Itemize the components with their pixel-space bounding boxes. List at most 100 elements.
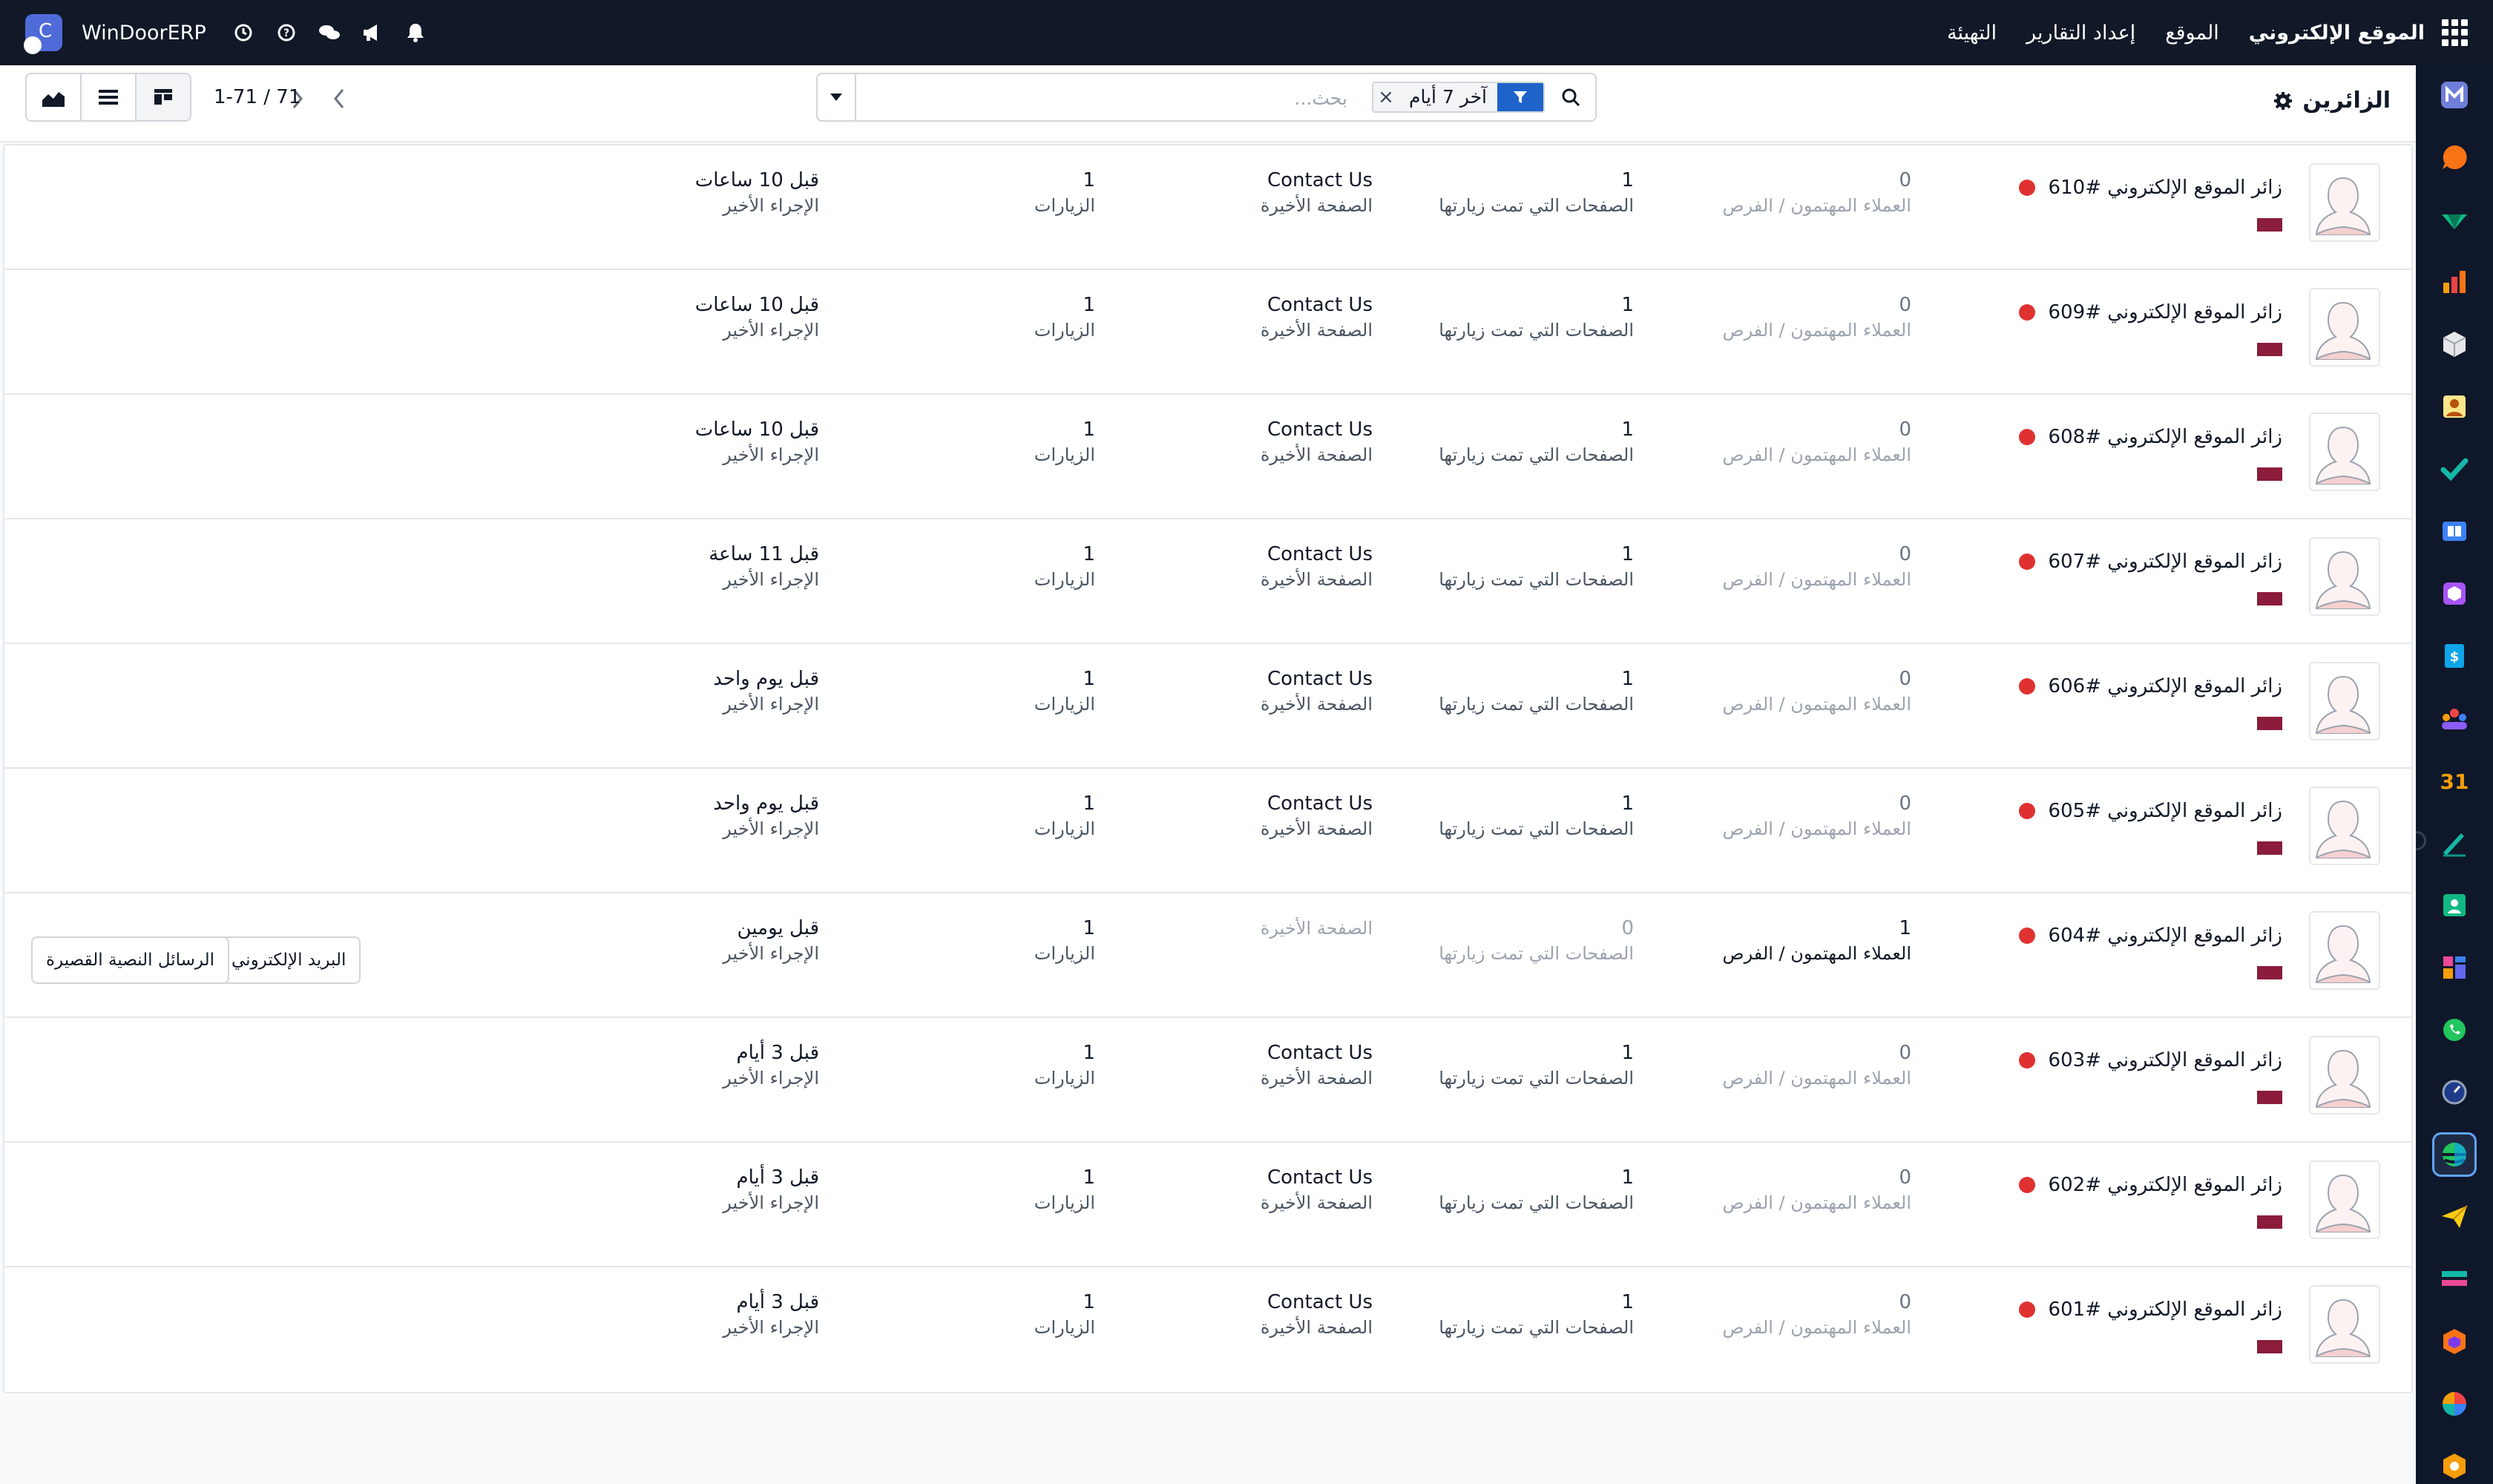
last-page-value: Contact Us <box>1267 543 1373 565</box>
last-page-field: Contact Us الصفحة الأخيرة <box>1261 542 1373 592</box>
dashboards-app-icon[interactable] <box>2432 945 2477 990</box>
status-dot <box>2018 678 2035 695</box>
gear-icon[interactable] <box>2274 91 2293 110</box>
pages-visited-label: الصفحات التي تمت زيارتها <box>1439 320 1634 341</box>
kanban-view-button[interactable] <box>135 73 191 122</box>
visitor-name-wrap: زائر الموقع الإلكتروني #602 <box>2018 1174 2282 1196</box>
menu-website-brand[interactable]: الموقع الإلكتروني <box>2249 22 2425 45</box>
visits-field: 1 الزيارات <box>1034 666 1095 717</box>
pager-previous-button[interactable] <box>316 76 362 122</box>
company-name[interactable]: WinDoorERP <box>82 22 206 45</box>
page-title: الزائرين <box>2274 88 2391 114</box>
last-action-field: قبل 3 أيام الإجراء الأخير <box>723 1165 819 1215</box>
visitor-card[interactable]: زائر الموقع الإلكتروني #602 قبل 3 أيام ا… <box>3 1141 2413 1269</box>
apps-menu-icon[interactable] <box>2441 19 2468 46</box>
last-action-label: الإجراء الأخير <box>723 943 819 964</box>
employees-app-icon[interactable] <box>2432 696 2477 741</box>
discuss-app-icon[interactable] <box>2432 135 2477 180</box>
visits-field: 1 الزيارات <box>1034 168 1095 218</box>
last-action-label: الإجراء الأخير <box>723 1192 819 1213</box>
list-view-button[interactable] <box>80 73 137 122</box>
visitor-card[interactable]: زائر الموقع الإلكتروني #609 قبل 10 ساعات… <box>3 269 2413 396</box>
visitor-name: زائر الموقع الإلكتروني #606 <box>2048 675 2282 697</box>
pie-app-icon[interactable] <box>2432 1382 2477 1426</box>
visits-label: الزيارات <box>1034 569 1095 590</box>
visits-label: الزيارات <box>1034 818 1095 839</box>
status-dot <box>2018 180 2035 196</box>
product-app-icon[interactable] <box>2432 322 2477 367</box>
visitor-name: زائر الموقع الإلكتروني #602 <box>2048 1174 2282 1196</box>
last-page-field: Contact Us الصفحة الأخيرة <box>1261 1290 1373 1340</box>
country-flag-icon <box>2257 343 2282 356</box>
odoo-cube-app-icon[interactable] <box>2432 1319 2477 1364</box>
last-action-field: قبل 3 أيام الإجراء الأخير <box>723 1040 819 1091</box>
pages-visited-value: 1 <box>1621 1166 1634 1189</box>
visitor-card[interactable]: زائر الموقع الإلكتروني #603 قبل 3 أيام ا… <box>3 1017 2413 1144</box>
company-logo[interactable]: C <box>24 14 62 54</box>
search-bar: آخر 7 أيام × <box>816 73 1597 122</box>
search-options-toggle[interactable] <box>818 74 856 120</box>
visits-value: 1 <box>1083 917 1095 939</box>
menu-reporting[interactable]: إعداد التقارير <box>2026 22 2135 45</box>
visitor-card[interactable]: زائر الموقع الإلكتروني #610 قبل 10 ساعات… <box>3 144 2413 272</box>
user-placeholder-icon <box>2310 1287 2379 1362</box>
search-input[interactable] <box>902 83 1347 113</box>
pages-visited-label: الصفحات التي تمت زيارتها <box>1439 569 1634 590</box>
search-icon[interactable] <box>1546 74 1595 120</box>
visitor-card[interactable]: زائر الموقع الإلكتروني #606 قبل يوم واحد… <box>3 643 2413 770</box>
hexagon-app-icon[interactable] <box>2432 1444 2477 1484</box>
country-flag-icon <box>2257 467 2282 481</box>
timer-app-icon[interactable] <box>2432 1070 2477 1114</box>
last-page-value: Contact Us <box>1267 1042 1373 1064</box>
pages-visited-value: 1 <box>1621 543 1634 565</box>
email-marketing-app-icon[interactable] <box>2432 1195 2477 1239</box>
graph-view-button[interactable] <box>25 73 82 122</box>
avatar <box>2309 787 2380 865</box>
contacts-card-app-icon[interactable] <box>2432 883 2477 928</box>
visitor-card[interactable]: زائر الموقع الإلكتروني #608 قبل 10 ساعات… <box>3 393 2413 521</box>
whatsapp-app-icon[interactable] <box>2432 1008 2477 1052</box>
last-action-field: قبل يوم واحد الإجراء الأخير <box>713 791 819 841</box>
last-action-label: الإجراء الأخير <box>723 320 819 341</box>
visits-value: 1 <box>1083 543 1095 565</box>
visitor-card[interactable]: زائر الموقع الإلكتروني #607 قبل 11 ساعة … <box>3 518 2413 646</box>
inventory-app-icon[interactable] <box>2432 197 2477 242</box>
help-icon[interactable]: ? <box>275 21 298 45</box>
knowledge-app-icon[interactable] <box>2432 509 2477 554</box>
reporting-app-icon[interactable] <box>2432 260 2477 304</box>
user-placeholder-icon <box>2310 1037 2379 1113</box>
visitor-card[interactable]: زائر الموقع الإلكتروني #601 قبل 3 أيام ا… <box>3 1266 2413 1393</box>
pager-value[interactable]: 1-71 / 71 <box>214 86 300 108</box>
send-email-button[interactable]: البريد الإلكتروني <box>217 936 361 984</box>
leads-field: 0 العملاء المهتمون / الفرص <box>1723 542 1911 592</box>
visits-field: 1 الزيارات <box>1034 417 1095 467</box>
visitor-card[interactable]: زائر الموقع الإلكتروني #605 قبل يوم واحد… <box>3 767 2413 895</box>
visits-label: الزيارات <box>1034 1068 1095 1089</box>
pages-visited-value: 1 <box>1621 668 1634 690</box>
mail-app-icon[interactable] <box>2432 73 2477 117</box>
last-action-label: الإجراء الأخير <box>723 444 819 465</box>
megaphone-icon[interactable] <box>361 21 384 45</box>
menu-site[interactable]: الموقع <box>2165 22 2219 45</box>
pages-visited-value: 0 <box>1621 917 1634 939</box>
leads-field: 0 العملاء المهتمون / الفرص <box>1723 1165 1911 1215</box>
bank-app-icon[interactable] <box>2432 1257 2477 1301</box>
pages-visited-field: 0 الصفحات التي تمت زيارتها <box>1439 916 1634 966</box>
box-app-icon[interactable] <box>2432 571 2477 616</box>
contacts-app-icon[interactable] <box>2432 384 2477 429</box>
visitor-name: زائر الموقع الإلكتروني #604 <box>2048 925 2282 947</box>
calendar-app-icon[interactable]: 31 <box>2432 758 2477 803</box>
pages-visited-value: 1 <box>1621 294 1634 316</box>
send-sms-button[interactable]: الرسائل النصية القصيرة <box>31 936 230 984</box>
facet-remove-icon[interactable]: × <box>1373 83 1399 111</box>
visitor-card[interactable]: زائر الموقع الإلكتروني #604 قبل يومين ال… <box>3 892 2413 1020</box>
chat-icon[interactable] <box>318 21 341 45</box>
menu-configuration[interactable]: التهيئة <box>1947 22 1997 45</box>
website-app-icon[interactable] <box>2432 1132 2477 1177</box>
timer-icon[interactable] <box>231 21 255 45</box>
invoicing-app-icon[interactable]: $ <box>2432 634 2477 678</box>
sign-app-icon[interactable] <box>2432 821 2477 865</box>
todo-app-icon[interactable] <box>2432 447 2477 491</box>
visitor-name-wrap: زائر الموقع الإلكتروني #608 <box>2018 426 2282 448</box>
bell-icon[interactable] <box>404 21 427 45</box>
